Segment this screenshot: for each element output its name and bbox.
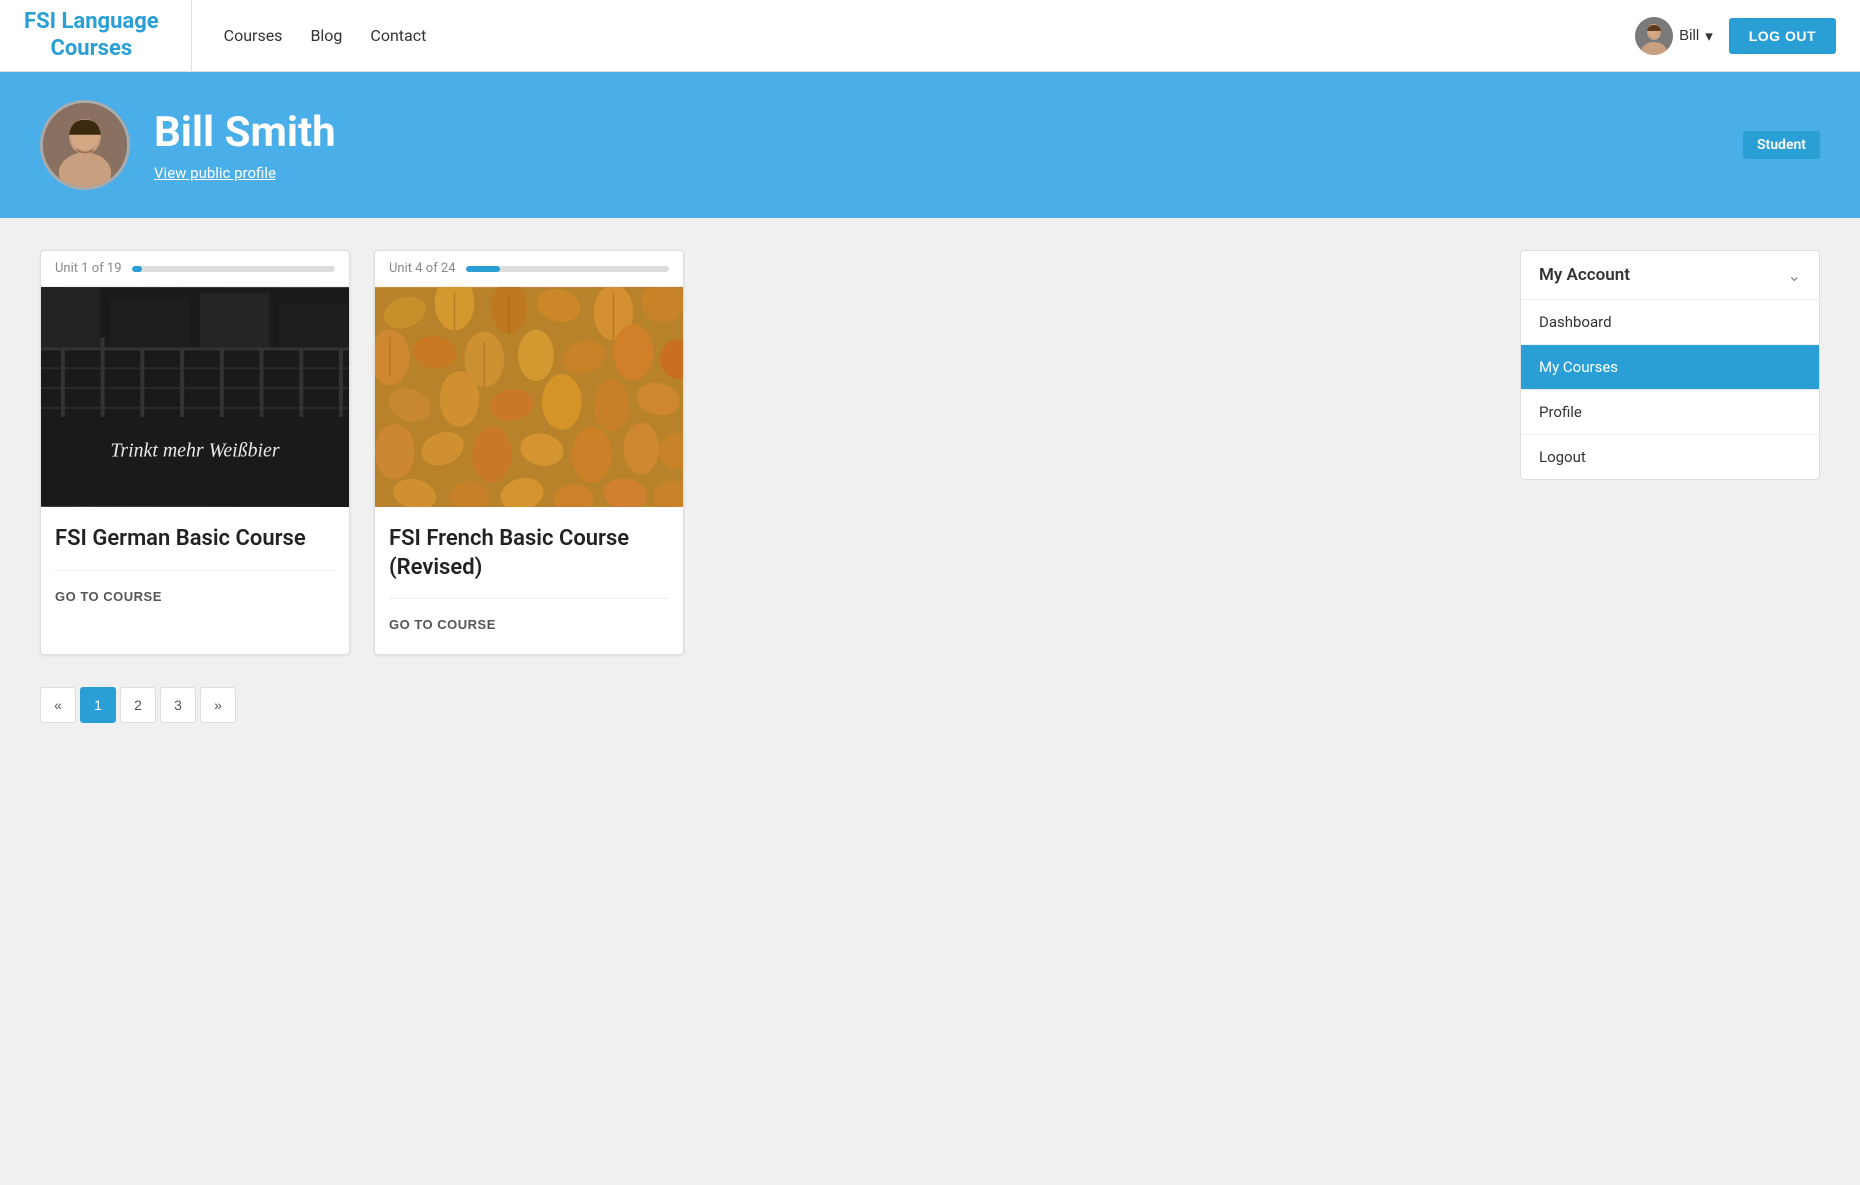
course-card-french: Unit 4 of 24 xyxy=(374,250,684,655)
user-menu-button[interactable]: Bill ▾ xyxy=(1635,17,1713,55)
card-header-german: Unit 1 of 19 xyxy=(41,251,349,287)
brand[interactable]: FSI LanguageCourses xyxy=(24,0,192,71)
card-body-french: FSI French Basic Course (Revised) GO TO … xyxy=(375,507,683,654)
hero-avatar xyxy=(40,100,130,190)
course-card-german: Unit 1 of 19 xyxy=(40,250,350,655)
hero-banner: Bill Smith View public profile Student xyxy=(0,72,1860,218)
course-image-german: Trinkt mehr Weißbier xyxy=(41,287,349,507)
avatar xyxy=(1635,17,1673,55)
progress-fill-french xyxy=(466,266,501,272)
sidebar-item-dashboard[interactable]: Dashboard xyxy=(1521,300,1819,345)
progress-bg-german xyxy=(132,266,335,272)
progress-bg-french xyxy=(466,266,669,272)
sidebar-widget: My Account ⌄ Dashboard My Courses Profil… xyxy=(1520,250,1820,480)
student-badge: Student xyxy=(1743,131,1820,159)
nav-contact[interactable]: Contact xyxy=(370,26,426,45)
view-public-profile-link[interactable]: View public profile xyxy=(154,164,276,182)
sidebar-header[interactable]: My Account ⌄ xyxy=(1521,251,1819,300)
nav-blog[interactable]: Blog xyxy=(310,26,342,45)
go-to-course-french[interactable]: GO TO COURSE xyxy=(389,613,496,636)
courses-area: Unit 1 of 19 xyxy=(40,250,1488,1153)
card-title-german: FSI German Basic Course xyxy=(55,525,335,554)
card-header-french: Unit 4 of 24 xyxy=(375,251,683,287)
page-next-button[interactable]: » xyxy=(200,687,236,723)
pagination: « 1 2 3 » xyxy=(40,687,1488,723)
user-name-label: Bill xyxy=(1679,27,1699,44)
logout-button[interactable]: LOG OUT xyxy=(1729,18,1836,54)
page-2-button[interactable]: 2 xyxy=(120,687,156,723)
nav-courses[interactable]: Courses xyxy=(224,26,283,45)
unit-text-german: Unit 1 of 19 xyxy=(55,261,122,276)
sidebar: My Account ⌄ Dashboard My Courses Profil… xyxy=(1520,250,1820,1153)
sidebar-item-profile[interactable]: Profile xyxy=(1521,390,1819,435)
page-1-button[interactable]: 1 xyxy=(80,687,116,723)
card-title-french: FSI French Basic Course (Revised) xyxy=(389,525,669,582)
course-image-french xyxy=(375,287,683,507)
progress-fill-german xyxy=(132,266,142,272)
sidebar-item-logout[interactable]: Logout xyxy=(1521,435,1819,479)
page-prev-button[interactable]: « xyxy=(40,687,76,723)
brand-text: FSI LanguageCourses xyxy=(24,9,159,62)
page-3-button[interactable]: 3 xyxy=(160,687,196,723)
navbar: FSI LanguageCourses Courses Blog Contact… xyxy=(0,0,1860,72)
sidebar-title: My Account xyxy=(1539,265,1630,285)
dropdown-arrow-icon: ▾ xyxy=(1705,27,1713,45)
courses-grid: Unit 1 of 19 xyxy=(40,250,1488,655)
main-content: Unit 1 of 19 xyxy=(0,218,1860,1185)
card-divider-german xyxy=(55,570,335,571)
nav-right: Bill ▾ LOG OUT xyxy=(1635,17,1836,55)
chevron-down-icon: ⌄ xyxy=(1788,266,1801,285)
sidebar-item-my-courses[interactable]: My Courses xyxy=(1521,345,1819,390)
go-to-course-german[interactable]: GO TO COURSE xyxy=(55,585,162,608)
nav-links: Courses Blog Contact xyxy=(224,26,1636,45)
unit-text-french: Unit 4 of 24 xyxy=(389,261,456,276)
hero-info: Bill Smith View public profile xyxy=(154,108,1820,182)
hero-username: Bill Smith xyxy=(154,108,1820,157)
svg-text:Trinkt mehr Weißbier: Trinkt mehr Weißbier xyxy=(110,440,279,462)
card-body-german: FSI German Basic Course GO TO COURSE xyxy=(41,507,349,626)
card-divider-french xyxy=(389,598,669,599)
